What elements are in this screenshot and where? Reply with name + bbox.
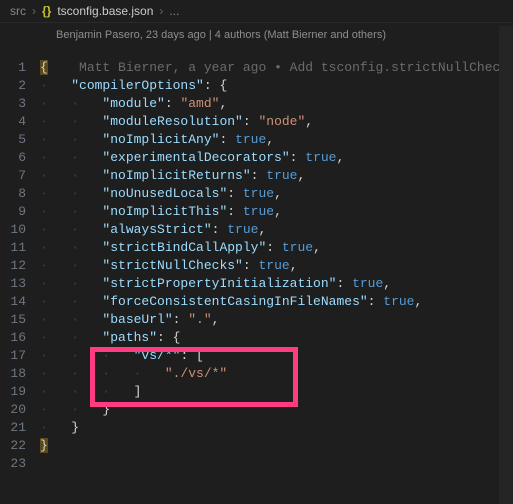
breadcrumb-file[interactable]: tsconfig.base.json	[57, 4, 153, 18]
line-number: 18	[0, 365, 40, 383]
minimap[interactable]	[499, 26, 513, 504]
brace-open: {	[40, 60, 48, 75]
line-number: 5	[0, 131, 40, 149]
line-number: 19	[0, 383, 40, 401]
breadcrumb-trail[interactable]: ...	[169, 4, 179, 18]
line-number: 23	[0, 455, 40, 473]
line-number: 12	[0, 257, 40, 275]
breadcrumb[interactable]: src › {} tsconfig.base.json › ...	[0, 0, 513, 23]
line-number: 16	[0, 329, 40, 347]
line-number: 17	[0, 347, 40, 365]
line-number: 13	[0, 275, 40, 293]
line-number: 4	[0, 113, 40, 131]
line-number: 14	[0, 293, 40, 311]
line-number: 3	[0, 95, 40, 113]
code-editor[interactable]: Benjamin Pasero, 23 days ago | 4 authors…	[0, 23, 513, 473]
line-number: 9	[0, 203, 40, 221]
line-number: 7	[0, 167, 40, 185]
line-number: 1	[0, 59, 40, 77]
brace-close: }	[40, 438, 48, 453]
line-number: 10	[0, 221, 40, 239]
git-blame-annotation[interactable]: Benjamin Pasero, 23 days ago | 4 authors…	[56, 29, 386, 41]
line-number: 15	[0, 311, 40, 329]
line-number: 21	[0, 419, 40, 437]
line-number: 20	[0, 401, 40, 419]
line-number: 22	[0, 437, 40, 455]
line-number: 11	[0, 239, 40, 257]
line-number: 8	[0, 185, 40, 203]
json-file-icon: {}	[42, 4, 51, 18]
line-number: 6	[0, 149, 40, 167]
breadcrumb-root[interactable]: src	[10, 4, 26, 18]
line-number: 2	[0, 77, 40, 95]
chevron-right-icon: ›	[32, 4, 36, 18]
inline-blame-hint: Matt Bierner, a year ago • Add tsconfig.…	[48, 60, 513, 75]
chevron-right-icon: ›	[159, 4, 163, 18]
